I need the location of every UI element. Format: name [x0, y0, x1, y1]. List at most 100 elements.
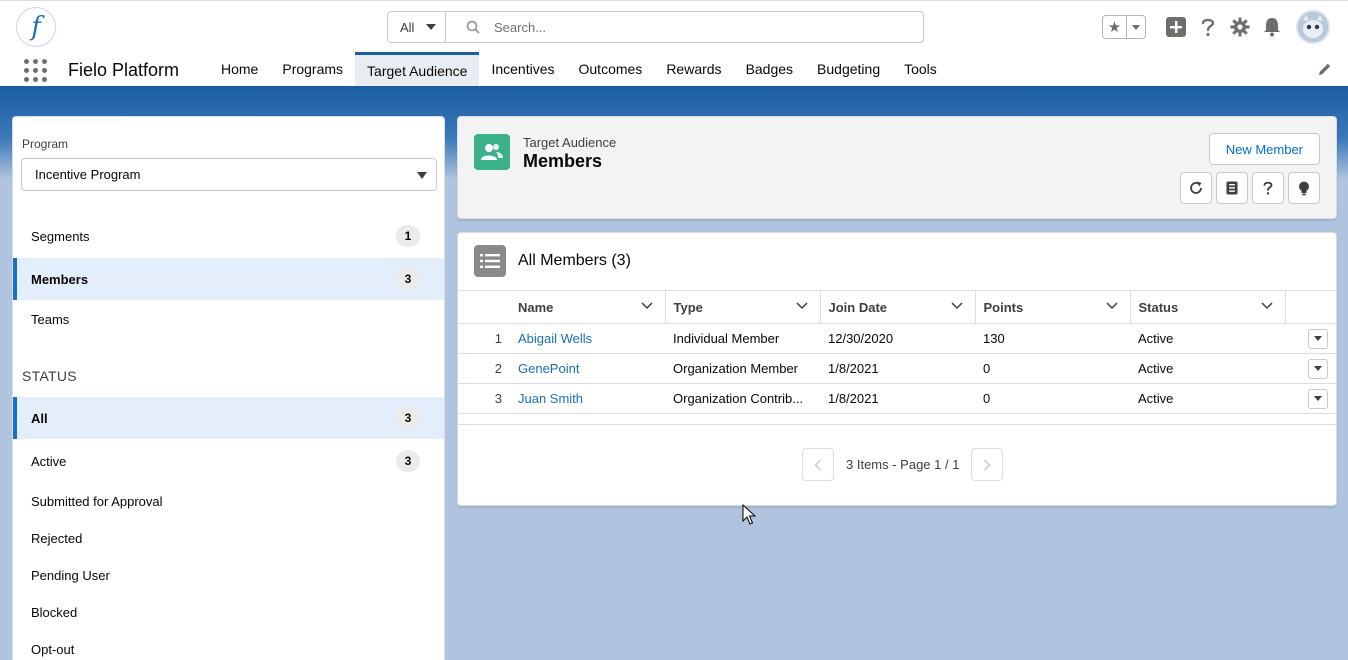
edit-nav-icon[interactable]	[1318, 62, 1332, 79]
tab-home[interactable]: Home	[209, 52, 270, 86]
actions-column-header	[1284, 290, 1336, 324]
column-header-points[interactable]: Points	[974, 290, 1130, 324]
status-item-label: Submitted for Approval	[31, 493, 163, 509]
chevron-down-icon	[426, 24, 437, 30]
page-title: Members	[523, 151, 603, 171]
tab-outcomes[interactable]: Outcomes	[567, 52, 655, 86]
tab-tools[interactable]: Tools	[892, 52, 949, 86]
header-actions: ★	[1102, 9, 1330, 45]
status-heading: STATUS	[22, 368, 77, 384]
column-header-join-date[interactable]: Join Date	[819, 290, 975, 324]
row-actions-menu[interactable]	[1308, 358, 1328, 379]
row-number: 3	[458, 383, 510, 414]
chevron-down-icon	[1105, 302, 1118, 310]
list-title: All Members (3)	[518, 252, 631, 269]
search-scope-label: All	[400, 19, 415, 35]
count-badge: 3	[396, 450, 420, 472]
row-actions-menu[interactable]	[1308, 328, 1328, 349]
sidebar-item-teams[interactable]: Teams	[13, 298, 444, 340]
chevron-down-icon	[950, 302, 963, 310]
row-actions-menu[interactable]	[1308, 388, 1328, 409]
count-badge: 3	[396, 268, 420, 290]
sidebar-item-label: Segments	[31, 228, 90, 244]
members-table: Name Type Join Date Points Status 1 Abig…	[458, 290, 1336, 414]
count-badge: 1	[396, 225, 420, 247]
chevron-down-icon	[417, 172, 427, 179]
column-header-label: Points	[983, 299, 1024, 315]
tab-target-audience[interactable]: Target Audience	[355, 52, 480, 86]
member-name-link[interactable]: GenePoint	[518, 361, 579, 376]
status-item-blocked[interactable]: Blocked	[13, 591, 444, 633]
logo-letter: f	[31, 12, 41, 42]
status-item-label: Pending User	[31, 567, 110, 583]
star-icon[interactable]: ★	[1103, 16, 1127, 38]
chevron-down-icon	[640, 302, 653, 310]
status-item-label: Opt-out	[31, 641, 75, 657]
status-item-active[interactable]: Active 3	[13, 440, 444, 482]
table-row: 3 Juan Smith Organization Contrib... 1/8…	[458, 383, 1336, 414]
tab-badges[interactable]: Badges	[734, 52, 805, 86]
column-header-status[interactable]: Status	[1129, 290, 1285, 324]
member-name-link[interactable]: Abigail Wells	[518, 331, 592, 346]
help-icon[interactable]	[1252, 172, 1284, 204]
tab-programs[interactable]: Programs	[270, 52, 355, 86]
member-join-date: 1/8/2021	[820, 383, 975, 414]
column-header-label: Join Date	[828, 299, 888, 315]
app-nav-bar: Fielo Platform Home Programs Target Audi…	[0, 52, 1348, 89]
status-item-label: Active	[31, 453, 67, 469]
status-item-label: Rejected	[31, 530, 83, 546]
mouse-cursor-icon	[742, 504, 756, 525]
gear-icon[interactable]	[1224, 11, 1256, 43]
filter-sidebar: Program Incentive Program Segments 1 Mem…	[12, 116, 445, 660]
member-points: 130	[975, 323, 1130, 354]
status-item-label: All	[31, 410, 48, 426]
bell-icon[interactable]	[1256, 11, 1288, 43]
tab-incentives[interactable]: Incentives	[479, 52, 566, 86]
help-icon[interactable]	[1192, 11, 1224, 43]
sidebar-item-members[interactable]: Members 3	[13, 258, 444, 300]
column-header-label: Name	[518, 299, 554, 315]
member-points: 0	[975, 353, 1130, 384]
member-join-date: 12/30/2020	[820, 323, 975, 354]
add-icon[interactable]	[1160, 11, 1192, 43]
refresh-icon[interactable]	[1180, 172, 1212, 204]
app-launcher-icon[interactable]	[24, 59, 48, 83]
notes-icon[interactable]	[1216, 172, 1248, 204]
app-name: Fielo Platform	[68, 60, 180, 80]
column-header-label: Type	[673, 299, 703, 315]
pagination: 3 Items - Page 1 / 1	[802, 448, 1004, 481]
member-points: 0	[975, 383, 1130, 414]
fielo-logo[interactable]: f	[16, 7, 56, 47]
next-page-button[interactable]	[971, 448, 1004, 481]
table-header-row: Name Type Join Date Points Status	[458, 290, 1336, 324]
column-header-name[interactable]: Name	[510, 290, 665, 324]
sidebar-item-label: Teams	[31, 311, 70, 327]
global-search: All	[387, 11, 924, 43]
sidebar-item-label: Members	[31, 271, 89, 287]
user-avatar[interactable]	[1296, 10, 1330, 44]
search-icon	[466, 20, 480, 34]
search-scope-dropdown[interactable]: All	[388, 12, 446, 42]
sidebar-item-segments[interactable]: Segments 1	[13, 215, 444, 257]
members-object-icon	[474, 134, 510, 170]
nav-tabs: Home Programs Target Audience Incentives…	[209, 52, 949, 86]
chevron-down-icon	[1260, 302, 1273, 310]
tab-rewards[interactable]: Rewards	[654, 52, 733, 86]
member-type: Organization Member	[665, 353, 820, 384]
member-status: Active	[1130, 323, 1285, 354]
status-item-all[interactable]: All 3	[13, 397, 444, 439]
favorites-menu-button[interactable]	[1127, 16, 1145, 38]
previous-page-button[interactable]	[802, 448, 834, 481]
column-header-type[interactable]: Type	[664, 290, 820, 324]
status-item-submitted[interactable]: Submitted for Approval	[13, 480, 444, 522]
page-subtitle: Target Audience	[523, 135, 617, 150]
status-item-pending-user[interactable]: Pending User	[13, 554, 444, 596]
status-item-opt-out[interactable]: Opt-out	[13, 628, 444, 660]
member-name-link[interactable]: Juan Smith	[518, 391, 583, 406]
program-select[interactable]: Incentive Program	[21, 158, 437, 191]
lightbulb-icon[interactable]	[1288, 172, 1320, 204]
tab-budgeting[interactable]: Budgeting	[805, 52, 892, 86]
new-member-button[interactable]: New Member	[1208, 133, 1320, 165]
search-input[interactable]	[494, 19, 874, 35]
status-item-rejected[interactable]: Rejected	[13, 517, 444, 559]
